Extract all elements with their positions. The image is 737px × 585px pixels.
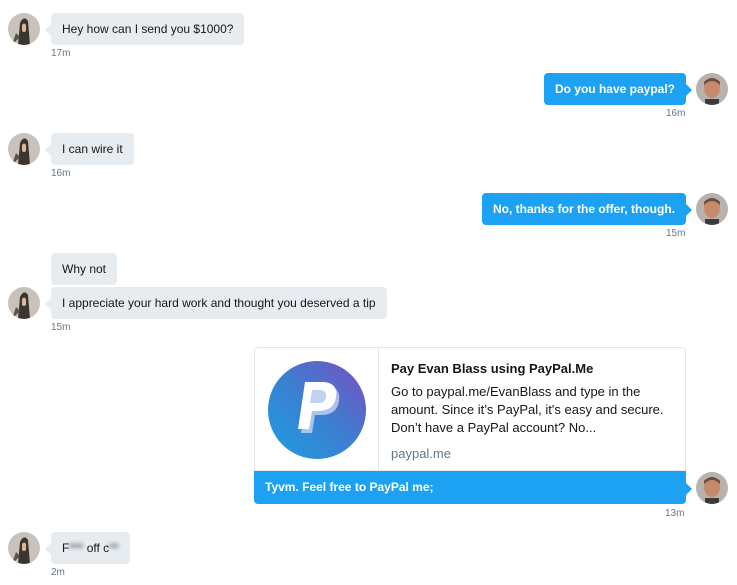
timestamp: 15m — [51, 322, 71, 333]
message-bubble: Why not — [51, 253, 118, 285]
message-bubble: Do you have paypal? — [543, 73, 693, 105]
card-title[interactable]: Pay Evan Blass using PayPal.Me — [391, 360, 671, 378]
censored-text: ** — [109, 541, 119, 555]
card-description: Go to paypal.me/EvanBlass and type in th… — [391, 384, 664, 435]
message-bubble: I can wire it — [45, 133, 134, 165]
message-bubble: I appreciate your hard work and thought … — [45, 287, 387, 319]
user-avatar[interactable] — [696, 73, 728, 105]
paypal-logo-icon — [267, 361, 366, 459]
message-bubble: F*** off c** — [45, 532, 130, 564]
user-avatar[interactable] — [696, 472, 728, 504]
message-bubble: No, thanks for the offer, though. — [482, 193, 692, 225]
link-preview-card[interactable]: Pay Evan Blass using PayPal.Me Go to pay… — [254, 347, 686, 471]
timestamp: 2m — [51, 567, 65, 578]
message-text: off c — [86, 541, 110, 555]
sender-avatar[interactable] — [8, 287, 40, 319]
censored-text: *** — [69, 541, 84, 555]
timestamp: 15m — [666, 228, 686, 239]
sender-avatar[interactable] — [8, 13, 40, 45]
message-bubble: Hey how can I send you $1000? — [44, 13, 245, 45]
timestamp: 16m — [51, 168, 71, 179]
sender-avatar[interactable] — [8, 532, 40, 564]
card-image[interactable] — [255, 348, 379, 470]
user-avatar[interactable] — [696, 193, 728, 225]
timestamp: 17m — [51, 48, 71, 59]
message-bubble: Tyvm. Feel free to PayPal me; — [254, 471, 692, 504]
sender-avatar[interactable] — [8, 133, 40, 165]
timestamp: 16m — [666, 108, 686, 119]
timestamp: 13m — [665, 508, 685, 519]
card-domain[interactable]: paypal.me — [391, 445, 671, 463]
